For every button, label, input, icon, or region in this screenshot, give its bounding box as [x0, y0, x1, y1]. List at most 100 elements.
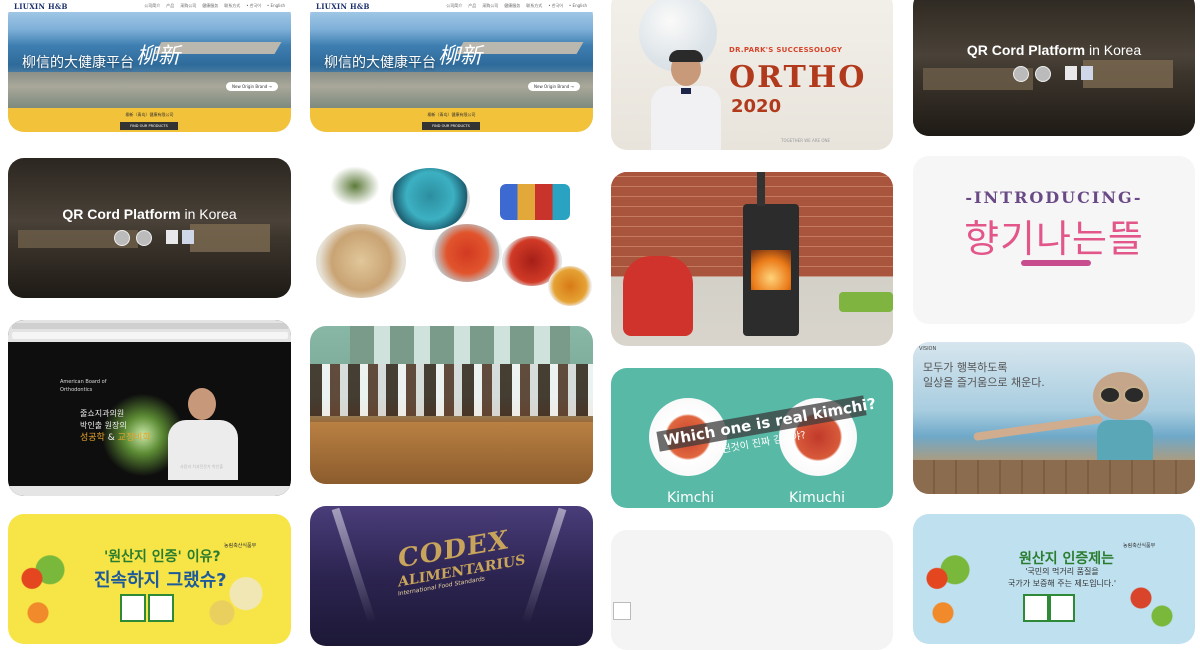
nav-link[interactable]: 产品	[468, 3, 476, 9]
broken-image-card[interactable]	[611, 530, 893, 650]
origin-cert-card-right[interactable]: 농림축산식품부 원산지 인증제는 '국민의 먹거리 품질을 국가가 보증해 주는…	[913, 514, 1195, 644]
fireplace-photo-card[interactable]	[611, 172, 893, 346]
ministry-logo: 농림축산식품부	[224, 543, 257, 549]
certification-badge-icon	[1013, 66, 1029, 82]
find-products-button[interactable]: FIND OUR PRODUCTS	[120, 122, 178, 130]
find-products-button[interactable]: FIND OUR PRODUCTS	[422, 122, 480, 130]
certification-badge-icon	[1035, 66, 1051, 82]
origin-text: '국민의 먹거리 품질을 국가가 보증해 주는 제도입니다.'	[997, 566, 1127, 590]
vision-line1: 모두가 행복하도록	[923, 361, 1008, 374]
nav-links: 公司简介 产品 采购公司 健康服务 联系方式 • 한국어 • English	[144, 3, 285, 9]
introducing-label: -INTRODUCING-	[965, 188, 1143, 207]
site-nav: LIUXIN H&B 公司简介 产品 采购公司 健康服务 联系方式 • 한국어 …	[8, 0, 291, 12]
ortho-year: 2020	[731, 96, 782, 117]
doctor-photo	[651, 50, 721, 150]
green-table	[839, 292, 893, 312]
codex-card[interactable]: CODEX ALIMENTARIUS International Food St…	[310, 506, 593, 646]
origin-cert-card-left[interactable]: 농림축산식품부 '원산지 인증' 이유? 진속하지 그랬슈?	[8, 514, 291, 644]
hero-pill-button[interactable]: New Origin Brand →	[226, 82, 278, 91]
qr-platform-card[interactable]: QR Cord Platform in Korea	[913, 0, 1195, 136]
browser-chrome	[8, 320, 291, 342]
product-icon	[182, 230, 194, 244]
classroom-photo-card[interactable]	[310, 326, 593, 484]
qr-title: QR Cord Platform in Korea	[913, 42, 1195, 58]
cert-mark-icon	[1023, 594, 1049, 622]
nav-link[interactable]: • 한국어	[246, 3, 261, 9]
hero-pill-button[interactable]: New Origin Brand →	[528, 82, 580, 91]
vegetable-illustration	[198, 568, 278, 632]
nav-link[interactable]: • English	[267, 3, 285, 9]
nav-link[interactable]: 联系方式	[526, 3, 542, 9]
qr-title-bold: QR Cord Platform	[966, 42, 1086, 58]
certification-badge-icon	[114, 230, 130, 246]
blue-bowl	[390, 168, 470, 230]
ortho-bottom-line: TOGETHER WE ARE ONE	[781, 138, 830, 143]
kimchi-card[interactable]: Which one is real kimchi? 어떤것이 진짜 김치야? K…	[611, 368, 893, 508]
ortho-word: ORTHO	[729, 60, 867, 95]
logo: LIUXIN H&B	[14, 1, 68, 11]
cert-mark-icon	[120, 594, 146, 622]
desks	[310, 422, 593, 484]
brush-calligraphy: 柳新	[438, 44, 483, 69]
origin-title: '원산지 인증' 이유?	[104, 549, 221, 565]
product-icon	[166, 230, 178, 244]
introducing-card[interactable]: -INTRODUCING- 향기나는뜰	[913, 156, 1195, 324]
nav-link[interactable]: • English	[569, 3, 587, 9]
nav-link[interactable]: 健康服务	[504, 3, 520, 9]
hero-slogan: 柳信的大健康平台	[324, 55, 436, 71]
qr-title-rest: in Korea	[1085, 42, 1142, 58]
nav-link[interactable]: 公司简介	[446, 3, 462, 9]
paint-pots	[500, 184, 570, 220]
qr-title: QR Cord Platform in Korea	[8, 206, 291, 222]
product-icon	[1081, 66, 1093, 80]
food-photo-card[interactable]	[310, 158, 593, 306]
nav-link[interactable]: 健康服务	[202, 3, 218, 9]
footer-bar: 柳新（青岛）健康有限公司 FIND OUR PRODUCTS	[310, 108, 593, 132]
downloads-bar	[8, 486, 291, 496]
brush-calligraphy: 柳新	[136, 44, 181, 69]
cert-mark-icon	[148, 594, 174, 622]
liuxin-card-1[interactable]: LIUXIN H&B 公司简介 产品 采购公司 健康服务 联系方式 • 한국어 …	[8, 0, 291, 132]
headline: 줄쇼지과의원 박인출 원장의 성공학 & 교정비학	[80, 408, 151, 444]
vision-tag: VISION	[919, 346, 937, 352]
vegetable-illustration	[919, 544, 979, 630]
codex-block: CODEX ALIMENTARIUS International Food St…	[398, 523, 525, 646]
windows	[350, 326, 570, 364]
nav-link[interactable]: 采购公司	[482, 3, 498, 9]
cheese-plate	[316, 224, 406, 298]
stove	[743, 172, 799, 336]
vision-text: 모두가 행복하도록 일상을 즐거움으로 채운다.	[923, 360, 1045, 390]
tomato-bowl	[432, 224, 502, 282]
broken-image-icon	[613, 602, 631, 620]
footer-bar: 柳新（青岛）健康有限公司 FIND OUR PRODUCTS	[8, 108, 291, 132]
headline-accent-1: 성공학	[80, 433, 105, 443]
qr-title-rest: in Korea	[180, 206, 237, 222]
vision-card[interactable]: VISION 모두가 행복하도록 일상을 즐거움으로 채운다.	[913, 342, 1195, 494]
headline-accent-2: 교정비학	[117, 433, 151, 443]
cert-mark-icon	[1049, 594, 1075, 622]
nav-link[interactable]: 公司简介	[144, 3, 160, 9]
doctor-caption: 사람과 치과전문가 박인출	[180, 464, 224, 469]
searchlight-beam	[521, 507, 567, 625]
qr-platform-card[interactable]: QR Cord Platform in Korea	[8, 158, 291, 298]
company-name: 柳新（青岛）健康有限公司	[427, 112, 476, 117]
vegetable-illustration	[1113, 574, 1183, 634]
logo: LIUXIN H&B	[316, 1, 370, 11]
red-armchair	[623, 256, 693, 336]
ortho-2020-card[interactable]: DR.PARK'S SUCCESSOLOGY ORTHO 2020 TOGETH…	[611, 0, 893, 150]
origin-title: 원산지 인증제는	[1019, 551, 1115, 567]
nav-link[interactable]: 联系方式	[224, 3, 240, 9]
nav-link[interactable]: • 한국어	[548, 3, 563, 9]
students	[310, 364, 593, 416]
headline-line2: 박인출 원장의	[80, 421, 127, 430]
label-kimuchi: Kimuchi	[789, 490, 846, 506]
nav-link[interactable]: 采购公司	[180, 3, 196, 9]
certification-badge-icon	[136, 230, 152, 246]
vegetable-illustration	[14, 544, 74, 630]
vine-ornament	[1021, 260, 1091, 266]
site-nav: LIUXIN H&B 公司简介 产品 采购公司 健康服务 联系方式 • 한국어 …	[310, 0, 593, 12]
browser-screenshot-card[interactable]: American Board of Orthodontics 줄쇼지과의원 박인…	[8, 320, 291, 496]
liuxin-card-2[interactable]: LIUXIN H&B 公司简介 产品 采购公司 健康服务 联系方式 • 한국어 …	[310, 0, 593, 132]
headline-ampersand: &	[104, 433, 118, 443]
nav-link[interactable]: 产品	[166, 3, 174, 9]
